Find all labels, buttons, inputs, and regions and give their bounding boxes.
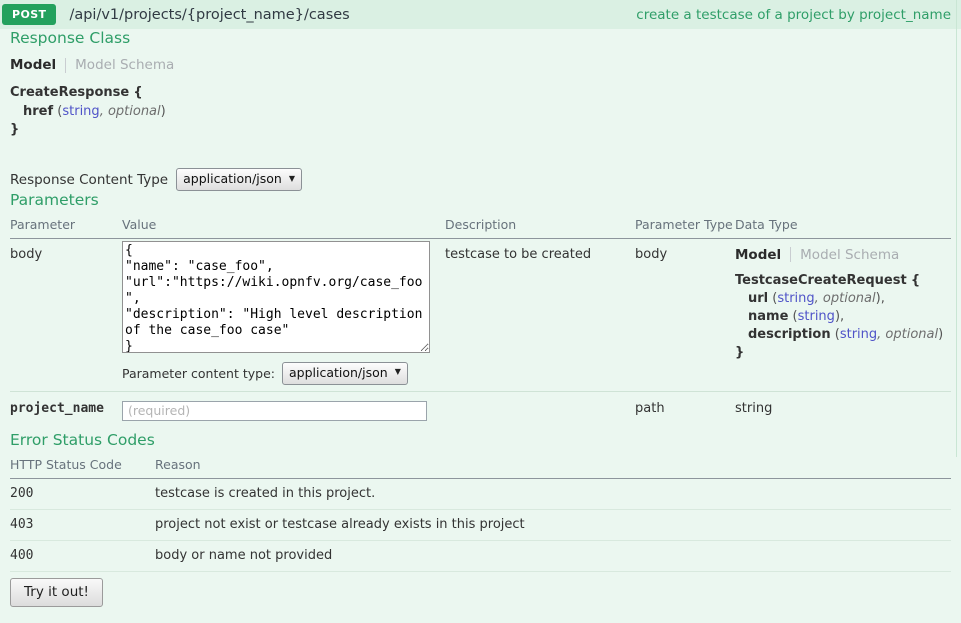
signature-property: url (string, optional), <box>735 290 951 308</box>
param-data-type-cell: Model Model Schema TestcaseCreateRequest… <box>735 239 951 392</box>
project-name-input[interactable] <box>122 401 427 421</box>
column-header-http-status-code: HTTP Status Code <box>10 454 155 479</box>
status-reason: body or name not provided <box>155 541 951 572</box>
response-content-type-select[interactable]: application/json ▼ <box>176 168 302 191</box>
status-reason: project not exist or testcase already ex… <box>155 510 951 541</box>
response-class-heading: Response Class <box>10 29 951 48</box>
tab-model[interactable]: Model <box>10 57 56 73</box>
signature-open-line: TestcaseCreateRequest { <box>735 272 951 290</box>
param-name-body: body <box>10 239 122 392</box>
selected-option: application/json <box>183 171 282 187</box>
param-type: body <box>635 239 735 392</box>
param-description <box>445 392 635 431</box>
error-status-codes-heading: Error Status Codes <box>10 431 951 450</box>
endpoint-path[interactable]: /api/v1/projects/{project_name}/cases <box>69 7 349 23</box>
column-header-value: Value <box>122 214 445 239</box>
body-value-textarea[interactable]: { "name": "case_foo", "url":"https://wik… <box>122 241 430 353</box>
param-name-project-name: project_name <box>10 392 122 431</box>
operation-summary-link[interactable]: create a testcase of a project by projec… <box>636 7 951 23</box>
status-reason: testcase is created in this project. <box>155 479 951 510</box>
tab-model[interactable]: Model <box>735 247 781 263</box>
try-it-out-button[interactable]: Try it out! <box>10 578 103 607</box>
response-model-signature: CreateResponse { href (string, optional)… <box>10 84 951 139</box>
tab-separator <box>790 247 791 262</box>
http-method-badge[interactable]: POST <box>2 4 56 25</box>
param-type: path <box>635 392 735 431</box>
signature-open-line: CreateResponse { <box>10 84 951 102</box>
column-header-parameter-type: Parameter Type <box>635 214 735 239</box>
signature-close-line: } <box>735 344 951 362</box>
body-model-signature: TestcaseCreateRequest { url (string, opt… <box>735 272 951 363</box>
parameters-table: Parameter Value Description Parameter Ty… <box>10 214 951 431</box>
tab-separator <box>65 58 66 73</box>
column-header-parameter: Parameter <box>10 214 122 239</box>
param-data-type: string <box>735 392 951 431</box>
parameter-content-type-select[interactable]: application/json ▼ <box>282 362 408 385</box>
operation-content: Response Class Model Model Schema Create… <box>0 29 961 607</box>
status-code: 403 <box>10 510 155 541</box>
error-codes-table: HTTP Status Code Reason 200 testcase is … <box>10 454 951 572</box>
body-model-tabs: Model Model Schema <box>735 247 951 263</box>
parameter-content-type-label: Parameter content type: <box>122 366 275 381</box>
tab-model-schema[interactable]: Model Schema <box>75 57 174 73</box>
status-code: 200 <box>10 479 155 510</box>
column-header-data-type: Data Type <box>735 214 951 239</box>
signature-close-line: } <box>10 121 951 139</box>
column-header-reason: Reason <box>155 454 951 479</box>
signature-property: href (string, optional) <box>10 103 951 121</box>
panel-right-border <box>956 0 957 457</box>
response-content-type-label: Response Content Type <box>10 172 168 188</box>
chevron-down-icon: ▼ <box>395 367 401 377</box>
response-content-type-row: Response Content Type application/json ▼ <box>10 168 951 191</box>
param-value-cell <box>122 392 445 431</box>
status-code: 400 <box>10 541 155 572</box>
param-description: testcase to be created <box>445 239 635 392</box>
signature-property: description (string, optional) <box>735 326 951 344</box>
operation-header: POST /api/v1/projects/{project_name}/cas… <box>0 0 961 29</box>
param-value-cell: { "name": "case_foo", "url":"https://wik… <box>122 239 445 392</box>
response-model-tabs: Model Model Schema <box>10 57 951 73</box>
chevron-down-icon: ▼ <box>289 174 295 184</box>
column-header-description: Description <box>445 214 635 239</box>
selected-option: application/json <box>289 365 388 381</box>
parameters-heading: Parameters <box>10 191 951 210</box>
tab-model-schema[interactable]: Model Schema <box>800 247 899 263</box>
parameter-content-type-row: Parameter content type: application/json… <box>122 362 445 385</box>
signature-property: name (string), <box>735 308 951 326</box>
